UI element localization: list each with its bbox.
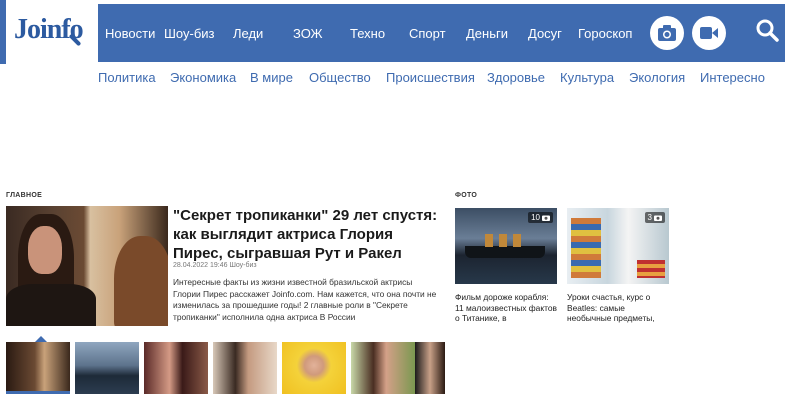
main-article-image[interactable]: [6, 206, 168, 326]
nav-item-showbiz[interactable]: Шоу-биз: [164, 26, 215, 41]
main-article-excerpt: Интересные факты из жизни известной браз…: [173, 277, 437, 322]
photo-card-caption[interactable]: Уроки счастья, курс о Beatles: самые нео…: [567, 292, 671, 324]
bookshelf-shape: [571, 218, 601, 278]
search-icon: [756, 19, 779, 42]
camera-icon: [658, 25, 676, 41]
article-thumbnails: [6, 342, 446, 394]
subnav-item-politics[interactable]: Политика: [98, 70, 156, 85]
subnav-item-economy[interactable]: Экономика: [170, 70, 236, 85]
main-article-title[interactable]: "Секрет тропиканки" 29 лет спустя: как в…: [173, 206, 441, 263]
ship-shape: [465, 246, 545, 258]
main-navigation: Новости Шоу-биз Леди ЗОЖ Техно Спорт Ден…: [98, 4, 785, 62]
thumbnail-item[interactable]: [6, 342, 70, 394]
subnav-item-ecology[interactable]: Экология: [629, 70, 685, 85]
photo-count-badge: 10: [528, 212, 553, 223]
thumbnail-item[interactable]: [282, 342, 346, 394]
camera-icon: [654, 215, 662, 221]
video-icon: [700, 27, 718, 39]
subnav-item-world[interactable]: В мире: [250, 70, 293, 85]
photo-card-caption[interactable]: Фильм дороже корабля: 11 малоизвестных ф…: [455, 292, 559, 324]
video-button[interactable]: [692, 16, 726, 50]
image-shape: [6, 284, 96, 326]
logo-text-part: Jo: [14, 14, 41, 45]
photo-button[interactable]: [650, 16, 684, 50]
subnav-item-health[interactable]: Здоровье: [487, 70, 545, 85]
photo-count: 10: [531, 213, 540, 222]
subnav-item-interesting[interactable]: Интересно: [700, 70, 765, 85]
ship-funnel-shape: [485, 234, 493, 247]
subnav-item-incidents[interactable]: Происшествия: [386, 70, 475, 85]
nav-item-health[interactable]: ЗОЖ: [293, 26, 323, 41]
logo-text-part: i: [40, 14, 48, 45]
thumbnail-item[interactable]: [213, 342, 277, 394]
photo-section-label: ФОТО: [455, 192, 478, 199]
image-shape: [114, 236, 168, 326]
site-header: Joinfo Новости Шоу-биз Леди ЗОЖ Техно Сп…: [0, 0, 785, 64]
photo-count: 3: [647, 213, 652, 222]
camera-icon: [542, 215, 550, 221]
nav-item-ladies[interactable]: Леди: [233, 26, 263, 41]
thumbnail-item[interactable]: [75, 342, 139, 394]
nav-item-horoscope[interactable]: Гороскоп: [578, 26, 632, 41]
nav-item-tech[interactable]: Техно: [350, 26, 385, 41]
ship-funnel-shape: [499, 234, 507, 247]
image-shape: [28, 226, 62, 274]
thumbnail-item[interactable]: [144, 342, 208, 394]
photo-count-badge: 3: [644, 212, 665, 223]
nav-item-leisure[interactable]: Досуг: [528, 26, 562, 41]
nav-item-sport[interactable]: Спорт: [409, 26, 446, 41]
search-button[interactable]: [755, 18, 779, 42]
photo-card-image[interactable]: 10: [455, 208, 557, 284]
subnav-item-culture[interactable]: Культура: [560, 70, 614, 85]
thumbnail-item[interactable]: [351, 342, 415, 394]
nav-item-news[interactable]: Новости: [105, 26, 155, 41]
thumbnail-item[interactable]: [415, 342, 445, 394]
ship-funnel-shape: [513, 234, 521, 247]
main-article-meta: 28.04.2022 19:46 Шоу-биз: [173, 262, 257, 269]
nav-item-money[interactable]: Деньги: [466, 26, 508, 41]
books-shape: [637, 260, 665, 278]
logo-link[interactable]: Joinfo: [0, 0, 98, 64]
photo-card-image[interactable]: 3: [567, 208, 669, 284]
main-section-label: ГЛАВНОЕ: [6, 192, 43, 199]
subnav-item-society[interactable]: Общество: [309, 70, 371, 85]
